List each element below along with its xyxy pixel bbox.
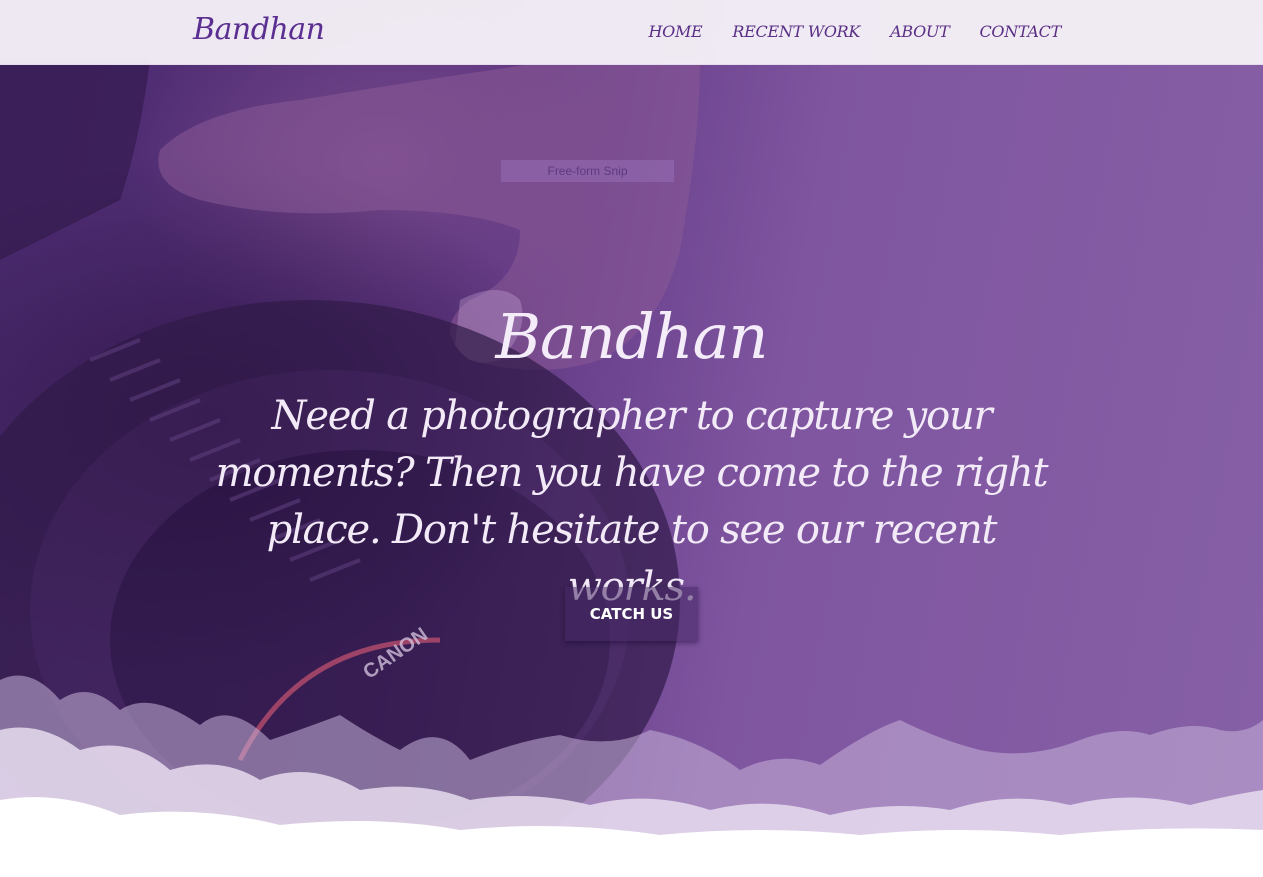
brand-logo[interactable]: Bandhan	[193, 12, 325, 47]
snip-label: Free-form Snip	[501, 160, 674, 182]
catch-us-button[interactable]: CATCH US	[565, 587, 698, 641]
main-nav: HOME RECENT WORK ABOUT CONTACT	[648, 22, 1061, 41]
hero-title: Bandhan	[495, 300, 769, 373]
nav-about-link[interactable]: ABOUT	[890, 22, 950, 41]
page: CANON Bandhan HOME RECENT WORK ABOUT CON…	[0, 0, 1263, 877]
nav-recent-work-link[interactable]: RECENT WORK	[732, 22, 860, 41]
nav-home-link[interactable]: HOME	[648, 22, 702, 41]
navbar: Bandhan HOME RECENT WORK ABOUT CONTACT	[0, 0, 1263, 65]
watercolor-clouds	[0, 675, 1263, 877]
nav-contact-link[interactable]: CONTACT	[979, 22, 1061, 41]
hero-subtitle: Need a photographer to capture your mome…	[215, 393, 1049, 610]
